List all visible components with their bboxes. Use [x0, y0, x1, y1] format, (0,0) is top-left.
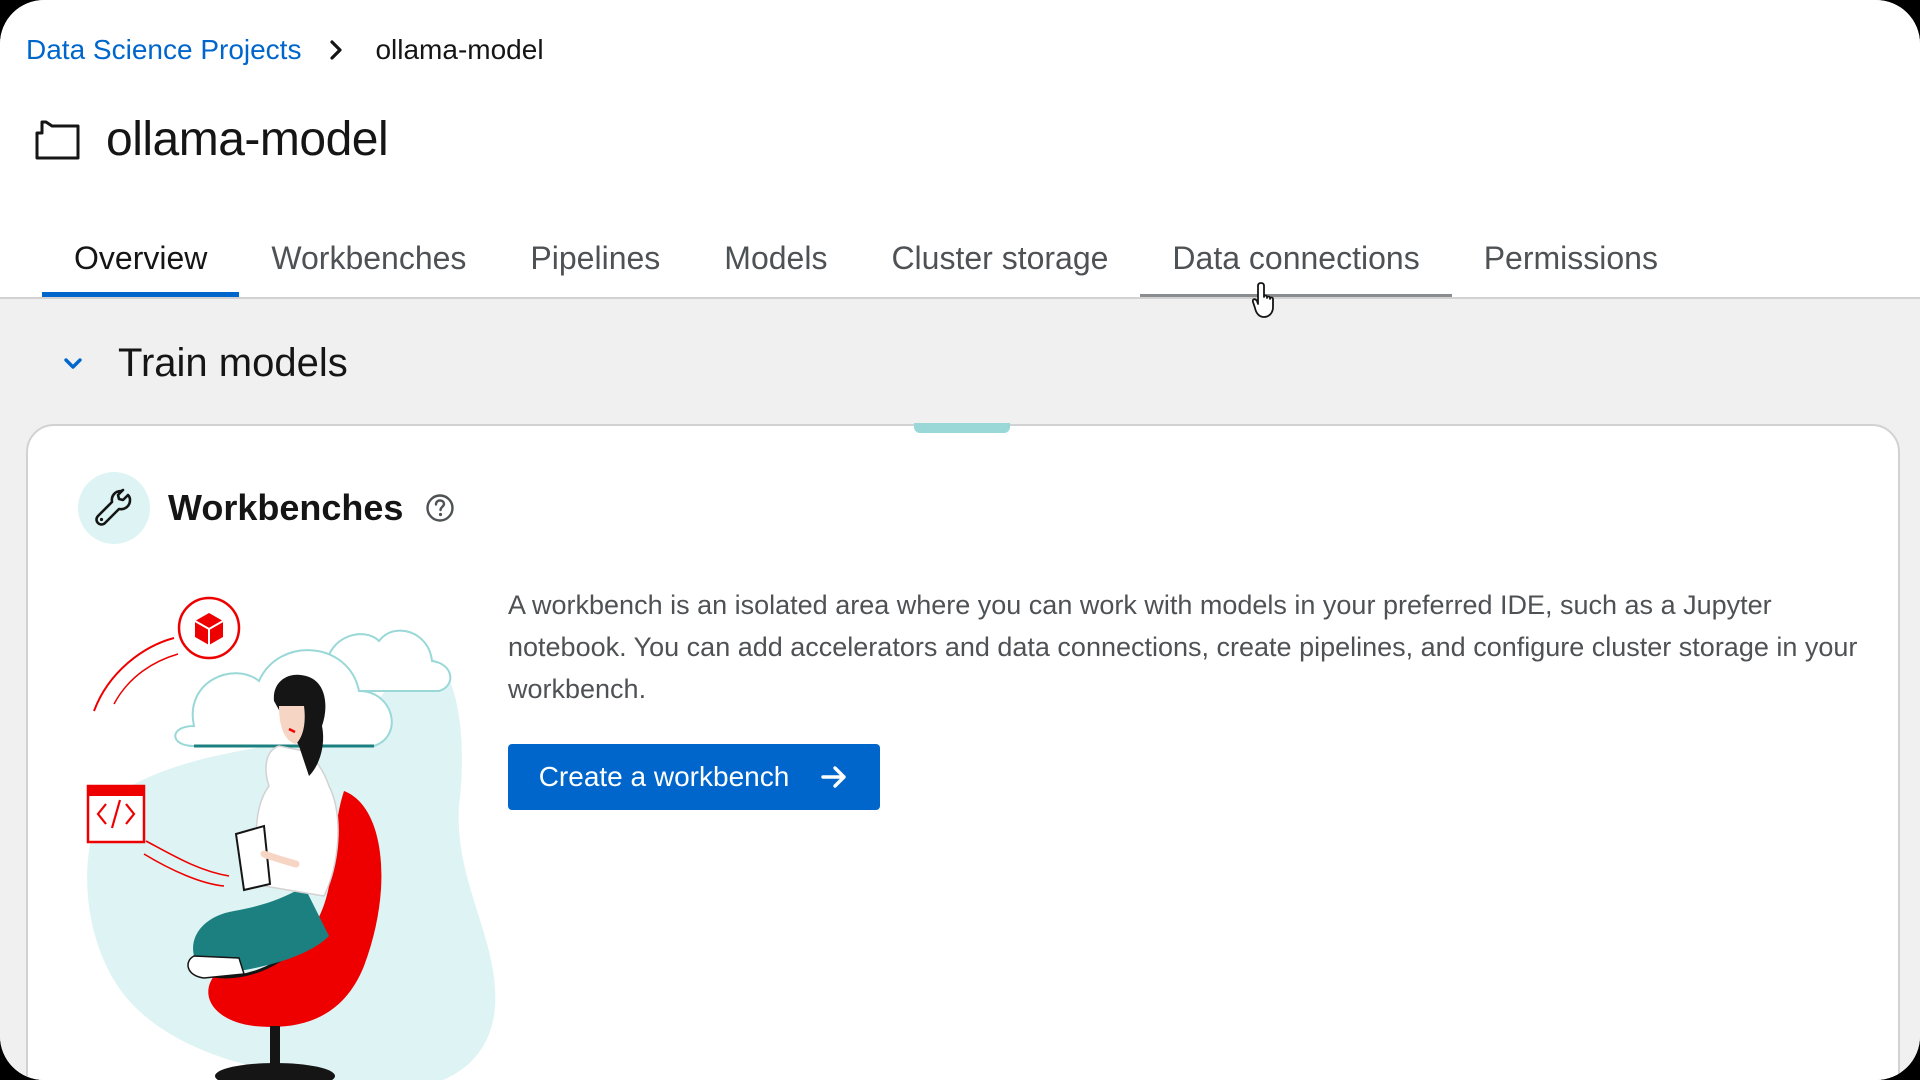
wrench-icon: [78, 472, 150, 544]
help-circle-icon[interactable]: [425, 493, 455, 523]
breadcrumb: Data Science Projects ollama-model: [26, 34, 544, 66]
card-title: Workbenches: [168, 487, 404, 528]
page-title: ollama-model: [106, 113, 389, 166]
card-scroll-indicator: [914, 423, 1010, 433]
workbench-illustration: [74, 586, 514, 1080]
card-description: A workbench is an isolated area where yo…: [508, 590, 1858, 704]
tab-label: Permissions: [1483, 240, 1658, 276]
pointer-hand-icon: [1251, 280, 1282, 320]
create-workbench-button[interactable]: Create a workbench: [508, 744, 880, 810]
page-title-row: ollama-model: [34, 112, 389, 167]
button-label: Create a workbench: [538, 761, 790, 792]
chevron-right-icon: [321, 35, 351, 65]
overview-content: Train models Workbenches A workbench is …: [0, 299, 1920, 1080]
tab-label: Models: [724, 240, 828, 276]
tab-label: Overview: [74, 240, 208, 276]
tab-label: Cluster storage: [891, 240, 1109, 276]
tab-data-connections[interactable]: Data connections: [1140, 230, 1452, 298]
tab-cluster-storage[interactable]: Cluster storage: [859, 230, 1140, 298]
section-header-train-models[interactable]: Train models: [62, 341, 348, 386]
tab-overview[interactable]: Overview: [42, 230, 240, 298]
app-window: Data Science Projects ollama-model ollam…: [0, 0, 1920, 1080]
breadcrumb-link-projects[interactable]: Data Science Projects: [26, 34, 301, 66]
tab-label: Pipelines: [530, 240, 661, 276]
chevron-down-icon[interactable]: [62, 353, 84, 375]
tab-label: Workbenches: [271, 240, 467, 276]
section-title: Train models: [118, 341, 348, 385]
tab-pipelines[interactable]: Pipelines: [498, 230, 692, 298]
breadcrumb-current: ollama-model: [375, 34, 544, 65]
tab-workbenches[interactable]: Workbenches: [239, 230, 498, 298]
arrow-right-icon: [819, 762, 849, 792]
project-folder-icon: [34, 119, 82, 161]
card-header: Workbenches: [78, 472, 455, 544]
tab-permissions[interactable]: Permissions: [1452, 230, 1690, 298]
tab-label: Data connections: [1172, 240, 1420, 276]
workbenches-card: Workbenches A workbench is an isolated a…: [26, 424, 1900, 1080]
page-header: Data Science Projects ollama-model ollam…: [0, 0, 1920, 299]
project-tabs: Overview Workbenches Pipelines Models Cl…: [42, 230, 1690, 298]
tab-models[interactable]: Models: [692, 230, 859, 298]
